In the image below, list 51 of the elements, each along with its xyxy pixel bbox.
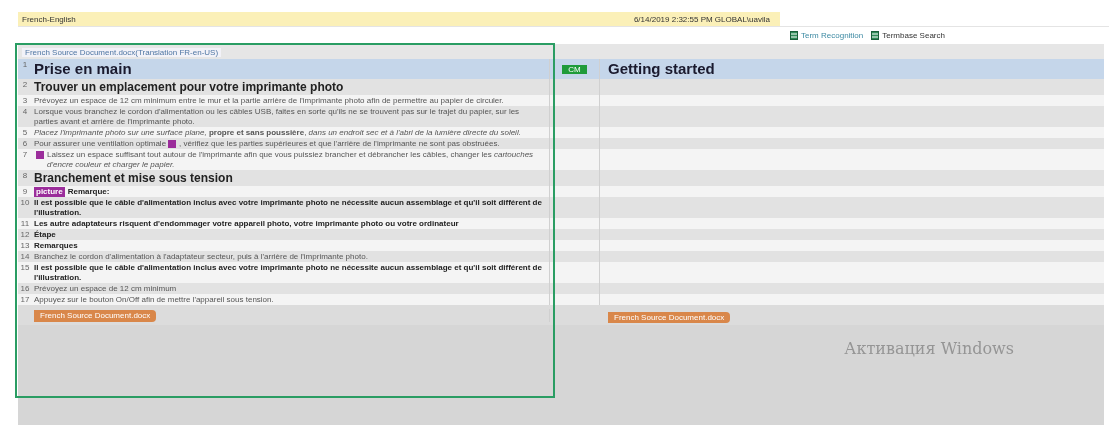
source-text: Prise en main — [34, 60, 132, 78]
segment-number: 6 — [21, 138, 29, 149]
source-text: Remarque: — [67, 187, 110, 197]
source-text: Laissez un espace suffisant tout autour de l'imprimante afin que vous puissiez brancher et débrancher les câbles, changer les cartouches d'encre couleur et charger le papier. — [47, 150, 535, 170]
source-text: , vérifiez que les parties supérieures et que l'arrière de l'imprimante ne sont pas obstruées. — [179, 139, 500, 149]
side-tab[interactable]: Term Recognition — [788, 31, 866, 40]
source-text: Étape — [34, 230, 56, 240]
source-text: Appuyez sur le bouton On/Off afin de mettre l'appareil sous tension. — [34, 295, 274, 305]
segment-number: 8 — [21, 170, 29, 182]
target-text: Getting started — [608, 60, 715, 77]
language-pair: French-English — [22, 14, 76, 24]
source-text: Il est possible que le câble d'alimentation inclus avec votre imprimante photo ne nécessite aucun assemblage et qu'il soit différent de l'illustration. — [34, 263, 543, 283]
segment-number: 15 — [19, 262, 31, 274]
grid-icon — [871, 31, 880, 40]
segment-number: 11 — [19, 218, 31, 229]
source-text: Remarques — [34, 241, 78, 251]
segment-number: 1 — [21, 59, 29, 71]
source-text: Prévoyez un espace de 12 cm minimum entre le mur et la partie arrière de l'imprimante photo afin de permettre au papier de circuler. — [34, 96, 504, 106]
segment-number: 13 — [19, 240, 31, 251]
end-tag: French Source Document.docx — [34, 309, 157, 322]
segment-number: 9 — [21, 186, 29, 197]
segment-number: 3 — [21, 95, 29, 106]
tag-icon — [168, 140, 177, 148]
document-info: 6/14/2019 2:32:55 PM GLOBAL\uavila — [633, 14, 770, 24]
end-tag: French Source Document.docx — [608, 312, 731, 323]
segment-number: 2 — [21, 79, 29, 91]
source-text: Branchez le cordon d'alimentation à l'adaptateur secteur, puis à l'arrière de l'imprimante photo. — [34, 252, 368, 262]
source-text: Trouver un emplacement pour votre imprimante photo — [34, 80, 344, 95]
segment-number: 7 — [21, 149, 29, 161]
activation-notice: Активация Windows — [844, 339, 1014, 358]
formatting-tag: picture — [34, 187, 65, 197]
source-text: Lorsque vous branchez le cordon d'alimentation ou les câbles USB, faites en sorte qu'ils ne se trouvent pas sur le trajet du papier, sur les parties avant et arrière de l'imprimante photo. — [34, 107, 521, 127]
source-text: Les autre adaptateurs risquent d'endommager votre appareil photo, votre imprimante photo ou votre ordinateur — [34, 219, 459, 229]
segment-row[interactable]: 1 Prise en main CM Getting started — [18, 59, 1104, 79]
tag-icon — [36, 151, 44, 159]
segment-number: 14 — [19, 251, 31, 262]
source-text: Prévoyez un espace de 12 cm minimum — [34, 284, 177, 294]
segment-number: 17 — [19, 294, 31, 305]
source-text: Branchement et mise sous tension — [34, 171, 233, 186]
grid-icon — [790, 31, 798, 40]
document-tag: French Source Document.docx(Translation FR-en-US) — [22, 48, 222, 57]
segment-number: 16 — [19, 283, 31, 294]
source-text: Il est possible que le câble d'alimentation inclus avec votre imprimante photo ne nécessite aucun assemblage et qu'il soit différent de l'illustration. — [34, 198, 543, 218]
side-tab[interactable]: Termbase Search — [869, 31, 947, 40]
source-text: Pour assurer une ventilation optimale — [34, 139, 167, 149]
source-text: Placez l'imprimante photo sur une surface plane, propre et sans poussière, dans un endroit sec et à l'abri de la lumière directe du soleil. — [34, 128, 521, 138]
segment-number: 4 — [21, 106, 29, 118]
segment-number: 5 — [21, 127, 29, 138]
segment-number: 10 — [19, 197, 31, 209]
segment-number: 12 — [19, 229, 31, 240]
status-badge: CM — [562, 64, 587, 74]
